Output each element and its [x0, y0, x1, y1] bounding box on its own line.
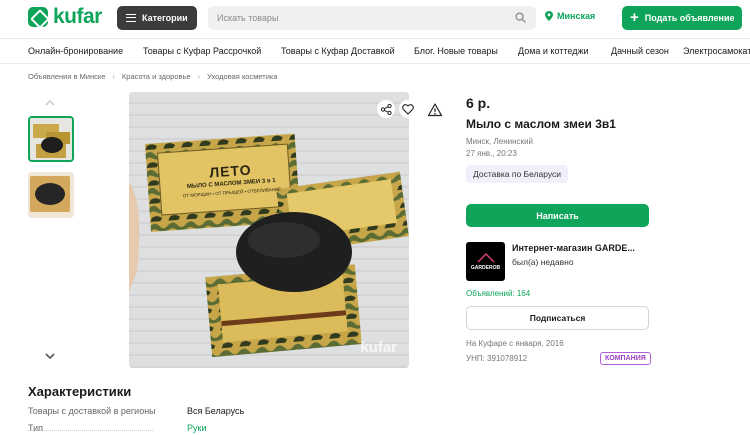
- characteristic-value[interactable]: Руки: [187, 423, 206, 433]
- kufar-logo[interactable]: kufar: [28, 5, 102, 28]
- seller-since: На Куфаре с января, 2016: [466, 339, 564, 348]
- listing-location: Минск, Ленинский: [466, 137, 533, 146]
- location-selector[interactable]: Минская: [545, 11, 595, 21]
- divider: [28, 430, 153, 431]
- nav-item-houses[interactable]: Дома и коттеджи: [518, 46, 589, 56]
- location-label: Минская: [557, 11, 596, 21]
- plus-icon: +: [630, 9, 639, 26]
- main-photo[interactable]: ЛЕТО МЫЛО С МАСЛОМ ЗМЕИ 3 в 1 ОТ МОРЩИН …: [129, 92, 409, 368]
- nav-item-scooters[interactable]: Электросамокаты: [683, 46, 750, 56]
- nav-item-blog[interactable]: Блог. Новые товары: [414, 46, 498, 56]
- logo-text: kufar: [53, 5, 102, 28]
- gallery-thumbnail[interactable]: [28, 172, 74, 218]
- characteristics-title: Характеристики: [28, 384, 132, 399]
- thumbnail-image: [30, 118, 72, 160]
- seller-ads-count[interactable]: Объявлений: 164: [466, 289, 530, 298]
- kufar-watermark: kufar: [360, 339, 397, 356]
- seller-name[interactable]: Интернет-магазин GARDE...: [512, 243, 635, 253]
- chevron-down-icon[interactable]: [44, 350, 56, 362]
- breadcrumb-item[interactable]: Объявления в Минске: [28, 72, 105, 81]
- logo-icon: [28, 7, 48, 27]
- report-warning-icon[interactable]: [427, 102, 443, 118]
- subscribe-button[interactable]: Подписаться: [466, 306, 649, 330]
- photo-actions: [377, 100, 417, 118]
- company-badge: КОМПАНИЯ: [600, 352, 651, 365]
- site-header: kufar Категории Минская + Подать объявле…: [0, 0, 750, 38]
- share-button[interactable]: [377, 100, 395, 118]
- seller-avatar[interactable]: GARDEROB: [466, 242, 505, 281]
- post-ad-button[interactable]: + Подать объявление: [622, 6, 742, 30]
- product-photo: [129, 92, 409, 368]
- chevron-up-icon[interactable]: [44, 97, 56, 109]
- categories-label: Категории: [142, 13, 188, 23]
- chevron-right-icon: ›: [197, 72, 201, 81]
- favorite-button[interactable]: [399, 100, 417, 118]
- search-icon[interactable]: [515, 12, 526, 23]
- listing-price: 6 р.: [466, 95, 491, 111]
- listing-date: 27 янв., 20:23: [466, 149, 517, 158]
- breadcrumb-item[interactable]: Красота и здоровье: [122, 72, 191, 81]
- seller-status: был(а) недавно: [512, 257, 574, 267]
- breadcrumb-item[interactable]: Уходовая косметика: [207, 72, 277, 81]
- characteristic-key: Тип: [28, 423, 44, 433]
- heart-icon: [402, 103, 414, 115]
- characteristic-key: Товары с доставкой в регионы: [28, 406, 156, 416]
- breadcrumb: Объявления в Минске › Красота и здоровье…: [28, 72, 278, 81]
- category-nav: Онлайн-бронирование Товары с Куфар Расср…: [0, 38, 750, 64]
- location-pin-icon: [545, 11, 553, 21]
- characteristic-value: Вся Беларусь: [187, 406, 245, 416]
- search-bar: [208, 6, 536, 30]
- post-ad-label: Подать объявление: [644, 13, 735, 23]
- write-message-button[interactable]: Написать: [466, 204, 649, 227]
- menu-icon: [126, 14, 136, 22]
- seller-unp: УНП: 391078912: [466, 354, 528, 363]
- nav-item-delivery[interactable]: Товары с Куфар Доставкой: [281, 46, 395, 56]
- search-input[interactable]: [217, 13, 507, 23]
- seller-logo-text: GARDEROB: [470, 264, 501, 271]
- share-icon: [380, 103, 392, 115]
- chevron-right-icon: ›: [112, 72, 115, 81]
- delivery-badge: Доставка по Беларуси: [466, 165, 569, 183]
- nav-item-installments[interactable]: Товары с Куфар Рассрочкой: [143, 46, 261, 56]
- thumbnail-image: [28, 172, 74, 218]
- nav-item-dacha[interactable]: Дачный сезон: [611, 46, 669, 56]
- nav-item-booking[interactable]: Онлайн-бронирование: [28, 46, 123, 56]
- listing-title: Мыло с маслом змеи 3в1: [466, 117, 616, 131]
- house-logo-icon: [477, 252, 494, 262]
- gallery-thumbnail[interactable]: [28, 116, 74, 162]
- categories-button[interactable]: Категории: [117, 6, 197, 30]
